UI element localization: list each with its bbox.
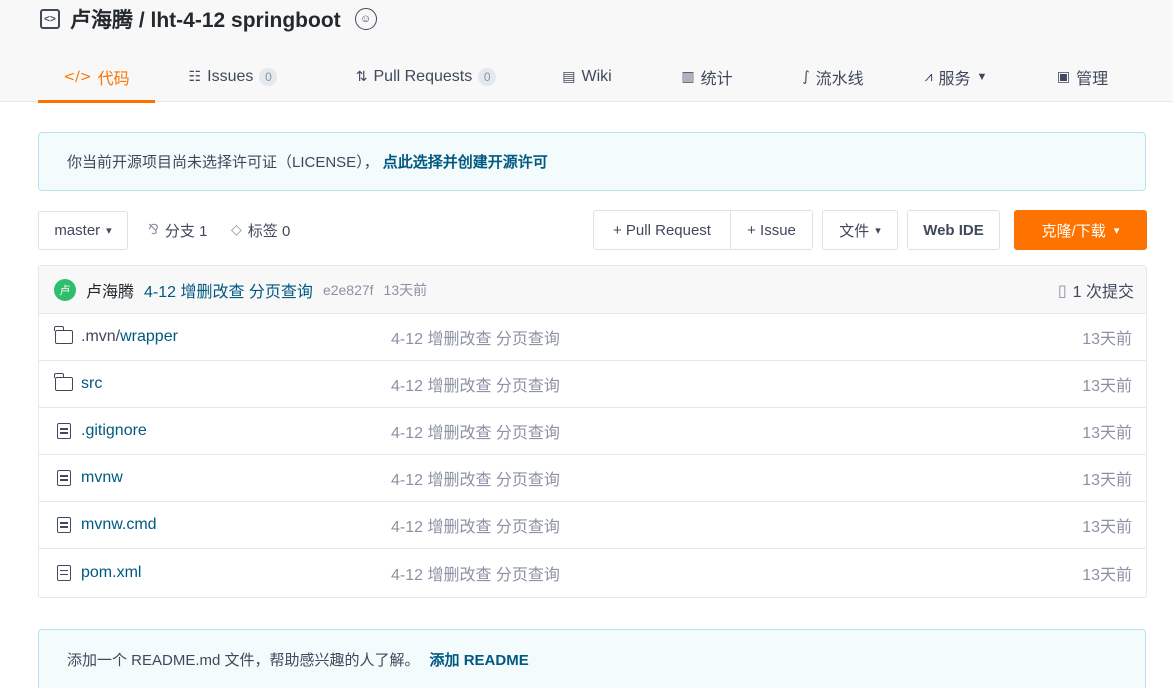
tab-manage[interactable]: ▣ 管理	[1027, 52, 1138, 102]
tab-pipeline[interactable]: ∫ 流水线	[781, 52, 885, 102]
clone-download-button[interactable]: 克隆/下载 ▾	[1014, 210, 1147, 250]
commit-message[interactable]: 4-12 增删改查 分页查询	[144, 278, 313, 302]
tab-pull-requests[interactable]: ⇅ Pull Requests 0	[311, 52, 541, 102]
license-notice: 你当前开源项目尚未选择许可证（LICENSE）， 点此选择并创建开源许可	[38, 132, 1146, 191]
file-row[interactable]: mvnw 4-12 增删改查 分页查询 13天前	[39, 455, 1146, 502]
file-row[interactable]: mvnw.cmd 4-12 增删改查 分页查询 13天前	[39, 502, 1146, 549]
caret-down-icon: ▾	[1113, 224, 1120, 237]
pull-requests-count-badge: 0	[478, 68, 497, 86]
create-license-link[interactable]: 点此选择并创建开源许可	[383, 151, 548, 172]
caret-down-icon: ▾	[875, 224, 881, 237]
recommend-badge-icon[interactable]: ☺	[354, 8, 377, 30]
chevron-down-icon: ▼	[976, 71, 988, 83]
code-square-icon: <>	[40, 9, 60, 29]
caret-down-icon: ▾	[106, 225, 112, 237]
file-commit-message[interactable]: 4-12 增删改查 分页查询	[391, 325, 560, 349]
repo-toolbar: master ▾ ⅋ 分支 1 ◇ 标签 0 + Pull Request + …	[38, 210, 1147, 250]
add-readme-link[interactable]: 添加 README	[430, 649, 529, 670]
tab-code[interactable]: </> 代码	[38, 52, 155, 103]
files-dropdown[interactable]: 文件 ▾	[822, 210, 898, 250]
tab-stats[interactable]: ▥ 统计	[633, 52, 781, 102]
file-time: 13天前	[1082, 425, 1132, 442]
file-commit-message[interactable]: 4-12 增删改查 分页查询	[391, 372, 560, 396]
file-row[interactable]: .gitignore 4-12 增删改查 分页查询 13天前	[39, 408, 1146, 455]
file-time: 13天前	[1082, 566, 1132, 584]
commit-time: 13天前	[383, 281, 428, 298]
branch-select[interactable]: master ▾	[38, 211, 128, 250]
file-icon	[55, 517, 73, 533]
file-row[interactable]: pom.xml 4-12 增删改查 分页查询 13天前	[39, 549, 1146, 596]
file-list: 卢 卢海腾 4-12 增删改查 分页查询 e2e827f 13天前 ▯ 1 次提…	[38, 265, 1147, 598]
folder-icon	[54, 373, 73, 392]
file-row[interactable]: .mvn/wrapper 4-12 增删改查 分页查询 13天前	[39, 314, 1146, 361]
tags-link[interactable]: ◇ 标签 0	[231, 210, 290, 250]
file-commit-message[interactable]: 4-12 增删改查 分页查询	[391, 466, 560, 490]
file-commit-message[interactable]: 4-12 增删改查 分页查询	[391, 419, 560, 443]
commit-author[interactable]: 卢海腾	[86, 278, 134, 302]
readme-notice: 添加一个 README.md 文件，帮助感兴趣的人了解。 添加 README	[38, 629, 1146, 688]
folder-icon	[54, 326, 73, 345]
tab-issues[interactable]: ☷ Issues 0	[155, 52, 311, 102]
branch-icon: ⅋	[148, 222, 159, 238]
file-time: 13天前	[1082, 378, 1132, 395]
issues-count-badge: 0	[259, 68, 278, 86]
license-notice-text: 你当前开源项目尚未选择许可证（LICENSE），	[67, 154, 379, 171]
tab-wiki[interactable]: ▤ Wiki	[541, 52, 633, 102]
repo-title-bar: <> 卢海腾 / lht-4-12 springboot ☺	[40, 4, 377, 34]
file-time: 13天前	[1082, 472, 1132, 489]
pipeline-icon: ∫	[802, 69, 810, 85]
avatar[interactable]: 卢	[54, 278, 76, 301]
file-name[interactable]: pom.xml	[81, 564, 141, 582]
web-ide-button[interactable]: Web IDE	[907, 210, 1000, 250]
wiki-icon: ▤	[562, 69, 576, 85]
file-commit-message[interactable]: 4-12 增删改查 分页查询	[391, 513, 560, 537]
pull-request-icon: ⇅	[355, 69, 368, 85]
file-time: 13天前	[1082, 331, 1132, 348]
tab-service[interactable]: ⩘ 服务 ▼	[885, 52, 1027, 102]
file-row[interactable]: src 4-12 增删改查 分页查询 13天前	[39, 361, 1146, 408]
repo-tabs: </> 代码 ☷ Issues 0 ⇅ Pull Requests 0 ▤ Wi…	[38, 52, 1138, 103]
repo-header: <> 卢海腾 / lht-4-12 springboot ☺ </> 代码 ☷ …	[0, 0, 1173, 103]
commits-icon: ▯	[1057, 280, 1067, 300]
repo-name[interactable]: 卢海腾 / lht-4-12 springboot	[70, 4, 341, 34]
branches-link[interactable]: ⅋ 分支 1	[148, 210, 207, 250]
manage-icon: ▣	[1056, 69, 1071, 85]
new-issue-button[interactable]: + Issue	[730, 210, 813, 250]
code-icon: </>	[63, 69, 92, 85]
file-commit-message[interactable]: 4-12 增删改查 分页查询	[391, 561, 560, 585]
commit-sha[interactable]: e2e827f	[323, 282, 374, 298]
file-icon	[55, 470, 73, 486]
new-pull-request-button[interactable]: + Pull Request	[593, 210, 731, 250]
file-name[interactable]: mvnw	[81, 469, 123, 487]
file-time: 13天前	[1082, 519, 1132, 536]
tag-icon: ◇	[231, 222, 242, 238]
file-icon	[55, 423, 73, 439]
file-name[interactable]: .mvn/wrapper	[81, 328, 178, 346]
last-commit-row: 卢 卢海腾 4-12 增删改查 分页查询 e2e827f 13天前 ▯ 1 次提…	[39, 266, 1146, 314]
file-name[interactable]: mvnw.cmd	[81, 516, 157, 534]
commit-count-link[interactable]: ▯ 1 次提交	[1058, 266, 1134, 314]
file-name[interactable]: src	[81, 375, 102, 393]
issues-icon: ☷	[188, 69, 202, 85]
service-icon: ⩘	[924, 69, 933, 85]
file-name[interactable]: .gitignore	[81, 422, 147, 440]
stats-icon: ▥	[681, 69, 695, 85]
readme-notice-text: 添加一个 README.md 文件，帮助感兴趣的人了解。	[67, 651, 420, 669]
file-icon	[55, 564, 73, 581]
